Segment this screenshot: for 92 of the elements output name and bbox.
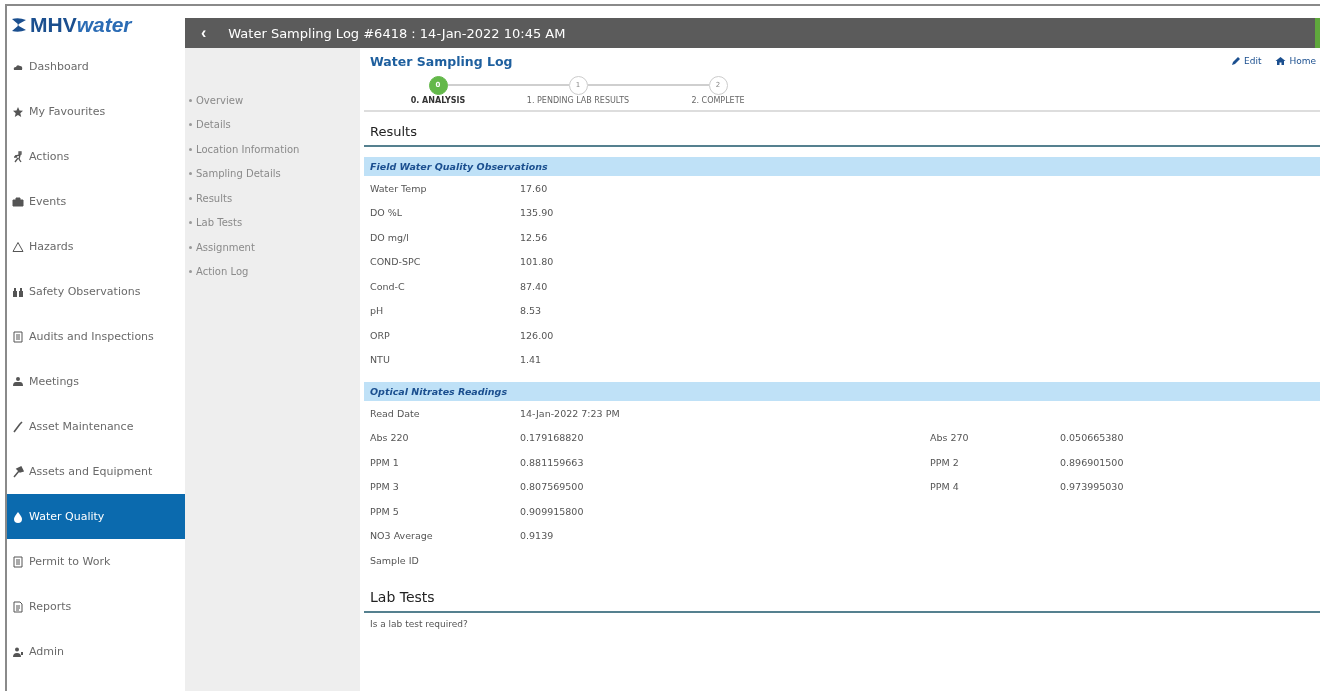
section-link[interactable]: Action Log — [196, 266, 249, 278]
field-value: 14-Jan-2022 7:23 PM — [520, 407, 621, 419]
field-value: 0.179168820 — [520, 432, 585, 444]
section-link[interactable]: Overview — [196, 94, 244, 106]
field-value: 12.56 — [520, 231, 549, 243]
star-icon — [12, 105, 24, 118]
section-heading: Results — [364, 118, 1320, 147]
sidebar-item[interactable]: Events — [7, 179, 185, 224]
field-value: 101.80 — [520, 256, 555, 268]
field-value: 126.00 — [520, 329, 555, 341]
section-link[interactable]: Details — [196, 119, 231, 131]
runner-icon — [12, 150, 24, 163]
field-value: 0.909915800 — [520, 505, 585, 517]
bullet-icon — [189, 196, 192, 200]
field-label: ORP — [370, 329, 391, 341]
sidebar-item[interactable]: Dashboard — [7, 44, 185, 89]
field-label: PPM 5 — [370, 505, 400, 517]
field-label: DO %L — [370, 207, 404, 219]
field-value: 8.53 — [520, 305, 543, 317]
field-value: 0.9139 — [520, 530, 555, 542]
bullet-icon — [189, 147, 192, 151]
field-value: 87.40 — [520, 280, 549, 292]
document-icon — [12, 555, 24, 568]
field-value: 17.60 — [520, 182, 549, 194]
window-title: Water Sampling Log #6418 : 14-Jan-2022 10:45 AM — [228, 25, 566, 41]
field-label: Sample ID — [370, 554, 420, 566]
field-label: NO3 Average — [370, 530, 434, 542]
warning-icon — [12, 240, 24, 253]
field-value: 1.41 — [520, 354, 543, 366]
field-label: DO mg/l — [370, 231, 410, 243]
section-link[interactable]: Assignment — [196, 241, 255, 253]
home-icon — [1275, 56, 1287, 66]
report-icon — [12, 600, 24, 613]
bullet-icon — [189, 172, 192, 176]
bullet-icon — [189, 98, 192, 102]
sidebar-item[interactable]: Audits and Inspections — [7, 314, 185, 359]
bullet-icon — [189, 123, 192, 127]
field-value: 0.973995030 — [1060, 481, 1125, 493]
field-label: NTU — [370, 354, 391, 366]
group-header: Field Water Quality Observations — [364, 157, 1320, 176]
drop-icon — [12, 510, 24, 523]
sidebar-item[interactable]: Admin — [7, 629, 185, 674]
pencil-icon — [1231, 56, 1241, 66]
bullet-icon — [189, 245, 192, 249]
field-value: 0.896901500 — [1060, 456, 1125, 468]
field-label: Water Temp — [370, 182, 428, 194]
sidebar-item[interactable]: My Favourites — [7, 89, 185, 134]
field-label: Read Date — [370, 407, 421, 419]
field-label: PPM 2 — [930, 456, 960, 468]
field-label: Abs 270 — [930, 432, 970, 444]
field-value: 135.90 — [520, 207, 555, 219]
field-label: PPM 4 — [930, 481, 960, 493]
section-link[interactable]: Lab Tests — [196, 217, 243, 229]
user-icon — [12, 645, 24, 658]
step-label: 1. PENDING LAB RESULTS — [526, 96, 630, 105]
question-text: Is a lab test required? — [370, 618, 469, 629]
field-value: 0.807569500 — [520, 481, 585, 493]
step-label: 2. COMPLETE — [691, 96, 745, 105]
section-link[interactable]: Results — [196, 192, 233, 204]
sidebar-item[interactable]: Hazards — [7, 224, 185, 269]
sidebar-item[interactable]: Asset Maintenance — [7, 404, 185, 449]
hammer-icon — [12, 465, 24, 478]
field-label: Cond-C — [370, 280, 406, 292]
bullet-icon — [189, 221, 192, 225]
sidebar-item[interactable]: Permit to Work — [7, 539, 185, 584]
field-label: pH — [370, 305, 385, 317]
section-link[interactable]: Location Information — [196, 143, 300, 155]
field-label: Abs 220 — [370, 432, 410, 444]
page-title: Water Sampling Log — [370, 53, 513, 69]
field-label: PPM 1 — [370, 456, 400, 468]
group-header: Optical Nitrates Readings — [364, 382, 1320, 401]
briefcase-icon — [12, 195, 24, 208]
home-link[interactable]: Home — [1275, 56, 1316, 66]
field-value: 0.050665380 — [1060, 432, 1125, 444]
document-icon — [12, 330, 24, 343]
field-label: PPM 3 — [370, 481, 400, 493]
field-value: 0.881159663 — [520, 456, 585, 468]
bullet-icon — [189, 270, 192, 274]
edit-link[interactable]: Edit — [1231, 56, 1262, 66]
logo-text: MHVwater — [30, 13, 132, 37]
sidebar-item[interactable]: Meetings — [7, 359, 185, 404]
sidebar-item[interactable]: Safety Observations — [7, 269, 185, 314]
sidebar-item[interactable]: Assets and Equipment — [7, 449, 185, 494]
field-label: COND-SPC — [370, 256, 422, 268]
section-heading: Lab Tests — [364, 582, 1320, 613]
people-icon — [12, 375, 24, 388]
step-label: 0. ANALYSIS — [410, 96, 466, 105]
section-link[interactable]: Sampling Details — [196, 168, 281, 180]
back-button[interactable]: ‹ — [197, 24, 211, 42]
sidebar-item[interactable]: Actions — [7, 134, 185, 179]
sidebar-item[interactable]: Reports — [7, 584, 185, 629]
sidebar-item[interactable]: Water Quality — [7, 494, 185, 539]
